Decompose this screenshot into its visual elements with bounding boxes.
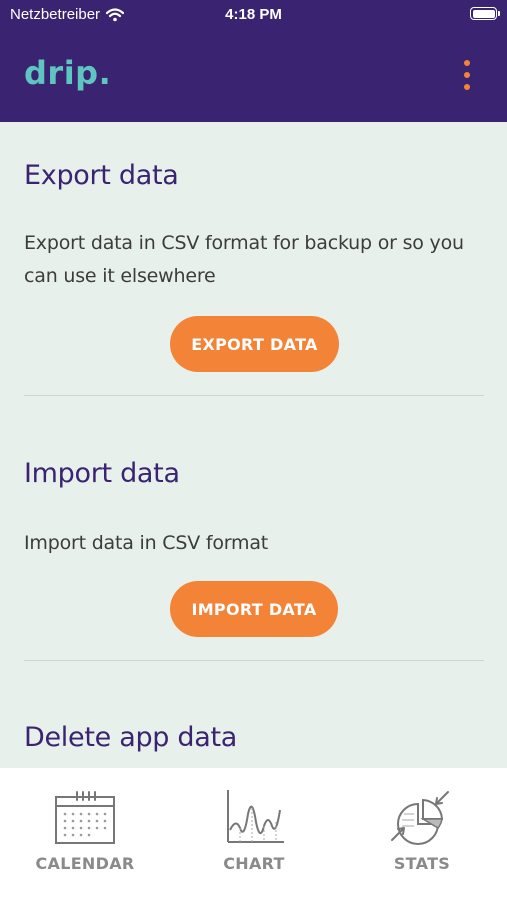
tab-label: STATS: [393, 854, 451, 873]
tab-label: CHART: [223, 854, 285, 873]
delete-section: Delete app data: [24, 722, 484, 753]
tab-chart[interactable]: CHART: [179, 788, 329, 878]
tab-calendar[interactable]: CALENDAR: [10, 788, 160, 878]
tab-label: CALENDAR: [35, 854, 135, 873]
status-bar: Netzbetreiber 4:18 PM: [0, 0, 507, 30]
divider: [24, 395, 484, 396]
import-section: Import data Import data in CSV format: [24, 458, 484, 560]
calendar-icon: [55, 791, 115, 844]
import-data-button[interactable]: IMPORT DATA: [170, 581, 338, 637]
more-vertical-icon[interactable]: [457, 58, 477, 92]
import-description: Import data in CSV format: [24, 532, 269, 554]
app-header: Netzbetreiber 4:18 PM drip.: [0, 0, 507, 122]
tab-bar: CALENDAR CHART STATS: [0, 768, 507, 900]
import-title: Import data: [24, 458, 180, 489]
export-section: Export data Export data in CSV format fo…: [24, 160, 484, 293]
divider: [24, 660, 484, 661]
tab-stats[interactable]: STATS: [347, 788, 497, 878]
app-logo: drip.: [24, 54, 112, 92]
delete-title: Delete app data: [24, 722, 238, 753]
battery-icon: [470, 7, 500, 20]
stats-icon: [391, 791, 449, 845]
export-description: Export data in CSV format for backup or …: [24, 232, 464, 287]
export-title: Export data: [24, 160, 179, 191]
chart-icon: [227, 790, 284, 843]
settings-content: Export data Export data in CSV format fo…: [0, 122, 507, 768]
export-data-button[interactable]: EXPORT DATA: [170, 316, 339, 372]
clock: 4:18 PM: [225, 6, 282, 23]
